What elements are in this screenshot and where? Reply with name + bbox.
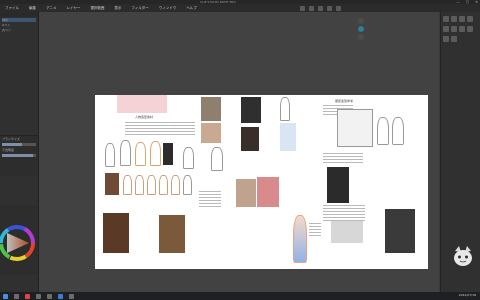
color-wheel-panel [0, 205, 38, 275]
cat-logo-icon [454, 246, 472, 266]
menu-animation[interactable]: アニメ [41, 6, 61, 11]
menu-selection[interactable]: 選択範囲 [85, 6, 109, 11]
menu-bar: ファイル 編集 アニメ レイヤー 選択範囲 表示 フィルター ウィンドウ ヘルプ [0, 4, 480, 12]
sub-tool-gpen[interactable]: Gペン [2, 23, 36, 27]
sketch-figure [183, 175, 192, 195]
sketch-figure [120, 140, 131, 166]
app-icon[interactable] [36, 293, 41, 299]
reference-photo [331, 221, 363, 243]
command-bar [300, 4, 341, 12]
brush-settings-panel: ブラシサイズ 不透明度 [0, 135, 38, 176]
taskbar [0, 292, 480, 300]
sketch-figure [159, 175, 168, 195]
app-icon[interactable] [69, 293, 74, 299]
sketch-figure [377, 117, 389, 145]
section-title-left: 人物造型素材 [135, 115, 154, 119]
browser-icon[interactable] [25, 293, 30, 299]
reference-banner [117, 95, 167, 113]
sketch-figure [150, 141, 161, 166]
color-wheel[interactable] [0, 205, 38, 275]
canvas-navigator [356, 16, 366, 48]
menu-edit[interactable]: 編集 [24, 6, 41, 11]
sketch-figure [280, 97, 290, 121]
app-icon[interactable] [58, 293, 63, 299]
sketch-figure [135, 175, 144, 195]
brush-size-label: ブラシサイズ [2, 137, 20, 141]
sketch-figure [183, 147, 194, 169]
figure-photo [105, 173, 119, 195]
brush-size-slider[interactable] [2, 143, 36, 146]
zoom-icon[interactable] [358, 26, 364, 32]
start-icon[interactable] [3, 293, 8, 299]
document-canvas[interactable]: 人物造型素材 服装造型参考 [95, 95, 428, 269]
sub-tool-pen[interactable]: ペン [2, 18, 36, 22]
lock-icon[interactable] [467, 26, 473, 32]
text-block [323, 153, 363, 165]
menu-file[interactable]: ファイル [0, 6, 24, 11]
sketch-figure [392, 117, 404, 145]
save-icon[interactable] [318, 5, 323, 11]
open-icon[interactable] [309, 5, 314, 11]
rotate-icon[interactable] [358, 18, 364, 24]
material-icon[interactable] [459, 16, 465, 22]
undo-icon[interactable] [327, 5, 332, 11]
reference-photo [385, 209, 415, 253]
colored-figure [293, 215, 307, 263]
sketch-figure [211, 147, 223, 171]
sub-tool-round-pen[interactable]: 丸ペン [2, 28, 36, 32]
text-block [125, 122, 195, 136]
layer-icon[interactable] [443, 16, 449, 22]
trash-icon[interactable] [443, 36, 449, 42]
panel-header [0, 12, 38, 17]
figure-photo [163, 143, 173, 165]
folder-icon[interactable] [451, 26, 457, 32]
text-block [309, 223, 321, 237]
new-layer-icon[interactable] [451, 36, 457, 42]
reference-photo [280, 123, 296, 151]
opacity-slider[interactable] [2, 154, 36, 157]
navigator-icon[interactable] [451, 16, 457, 22]
new-icon[interactable] [300, 5, 305, 11]
sketch-figure [147, 175, 156, 195]
reference-photo [201, 97, 221, 121]
menu-view[interactable]: 表示 [109, 6, 126, 11]
settings-icon[interactable] [467, 16, 473, 22]
reference-photo [257, 177, 279, 207]
redo-icon[interactable] [336, 5, 341, 11]
section-title-right: 服装造型参考 [335, 99, 354, 103]
text-block [199, 191, 221, 209]
taskbar-clock: 2022/07/18 [458, 293, 476, 297]
search-icon[interactable] [14, 293, 19, 299]
hand-icon[interactable] [358, 34, 364, 40]
sketch-figure [105, 143, 115, 167]
layer-icon[interactable] [443, 26, 449, 32]
reference-photo [159, 215, 185, 253]
reference-photo [103, 213, 129, 253]
menu-window[interactable]: ウィンドウ [154, 6, 182, 11]
sketch-figure [123, 175, 132, 195]
reference-photo [201, 123, 221, 143]
opacity-label: 不透明度 [2, 148, 15, 152]
reference-photo [241, 97, 261, 123]
menu-filter[interactable]: フィルター [126, 6, 153, 11]
eye-icon[interactable] [459, 26, 465, 32]
reference-photo [327, 167, 349, 203]
sketch-figure [171, 175, 180, 195]
reference-photo [236, 179, 256, 207]
reference-photo [337, 109, 373, 147]
reference-photo [241, 127, 259, 151]
menu-help[interactable]: ヘルプ [181, 6, 202, 11]
sketch-figure [135, 142, 146, 166]
app-icon[interactable] [47, 293, 52, 299]
menu-layer[interactable]: レイヤー [61, 6, 85, 11]
